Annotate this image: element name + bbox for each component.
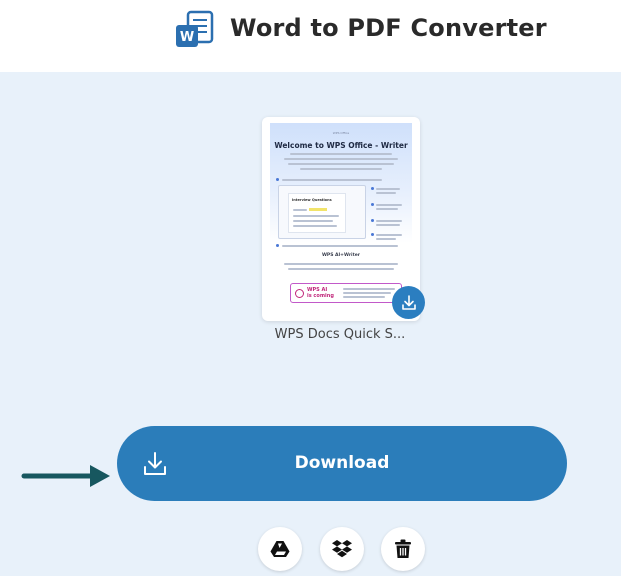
download-icon	[401, 294, 416, 310]
dropbox-icon	[332, 540, 352, 558]
thumbnail-doc-heading: Interview Questions	[292, 198, 332, 202]
svg-text:W: W	[180, 30, 194, 45]
page-title: Word to PDF Converter	[230, 14, 547, 42]
arrow-right-icon	[21, 465, 110, 487]
card-download-button[interactable]	[392, 286, 425, 319]
ai-badge-line-2: is coming	[307, 293, 334, 299]
thumbnail-ai-banner: WPS AI is coming	[290, 283, 402, 303]
app-header: W Word to PDF Converter	[0, 0, 621, 72]
delete-button[interactable]	[381, 527, 425, 571]
thumbnail-title: Welcome to WPS Office - Writer	[274, 141, 408, 150]
thumbnail-section-heading: WPS AI+Writer	[321, 253, 361, 258]
word-document-icon: W	[176, 10, 214, 47]
file-name: WPS Docs Quick S...	[274, 327, 406, 342]
download-button[interactable]: Download	[117, 426, 567, 501]
ai-badge-icon	[295, 289, 304, 298]
download-button-label: Download	[294, 453, 390, 473]
file-thumbnail: WPS Office Welcome to WPS Office - Write…	[270, 123, 412, 315]
google-drive-icon	[270, 541, 290, 557]
dropbox-button[interactable]	[320, 527, 364, 571]
google-drive-button[interactable]	[258, 527, 302, 571]
thumbnail-brand: WPS Office	[332, 131, 350, 135]
trash-icon	[395, 539, 411, 558]
